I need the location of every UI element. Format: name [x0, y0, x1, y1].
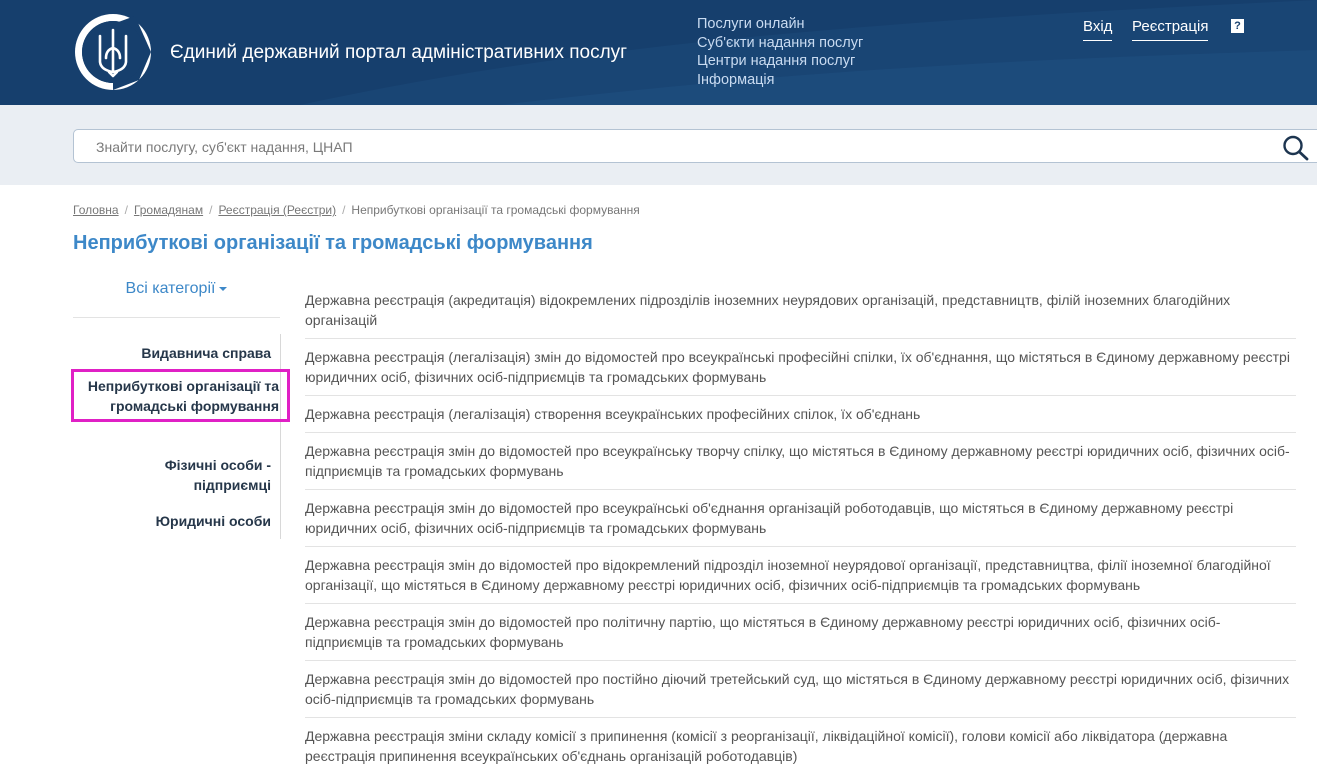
nav-services-online[interactable]: Послуги онлайн: [697, 15, 863, 34]
all-categories-label: Всі категорії: [125, 280, 216, 297]
trident-logo-icon[interactable]: [73, 12, 153, 92]
service-item[interactable]: Державна реєстрація змін до відомостей п…: [305, 661, 1296, 718]
service-item[interactable]: Державна реєстрація зміни складу комісії…: [305, 718, 1296, 765]
sidebar-item-legal-entities[interactable]: Юридичні особи: [156, 511, 271, 531]
nav-service-providers[interactable]: Суб'єкти надання послуг: [697, 34, 863, 53]
service-item[interactable]: Державна реєстрація (акредитація) відокр…: [305, 282, 1296, 339]
service-list: Державна реєстрація (акредитація) відокр…: [305, 282, 1296, 765]
search-input[interactable]: [96, 137, 1246, 157]
nav-information[interactable]: Інформація: [697, 71, 863, 90]
service-item[interactable]: Державна реєстрація змін до відомостей п…: [305, 433, 1296, 490]
service-item[interactable]: Державна реєстрація змін до відомостей п…: [305, 604, 1296, 661]
service-item[interactable]: Державна реєстрація змін до відомостей п…: [305, 547, 1296, 604]
site-header: Єдиний державний портал адміністративних…: [0, 0, 1317, 105]
sidebar-item-nonprofit-active[interactable]: Неприбуткові організації та громадські ф…: [71, 369, 290, 422]
breadcrumb: Головна / Громадянам / Реєстрація (Реєстри) /…: [73, 203, 640, 217]
page-title: Неприбуткові організації та громадські ф…: [73, 232, 593, 254]
search-band: [0, 105, 1317, 185]
breadcrumb-separator: /: [124, 203, 128, 217]
sidebar-item-individual-entrepreneurs[interactable]: Фізичні особи - підприємці: [131, 455, 271, 495]
service-item[interactable]: Державна реєстрація (легалізація) змін д…: [305, 339, 1296, 396]
help-icon[interactable]: ?: [1231, 19, 1244, 33]
breadcrumb-citizens[interactable]: Громадянам: [134, 203, 203, 217]
sidebar-nav: Видавнича справа Неприбуткові організаці…: [71, 334, 290, 539]
breadcrumb-current: Неприбуткові організації та громадські ф…: [351, 203, 640, 217]
login-link[interactable]: Вхід: [1083, 18, 1113, 41]
breadcrumb-separator: /: [209, 203, 213, 217]
top-navigation: Послуги онлайн Суб'єкти надання послуг Ц…: [697, 15, 863, 89]
nav-service-centers[interactable]: Центри надання послуг: [697, 52, 863, 71]
breadcrumb-home[interactable]: Головна: [73, 203, 119, 217]
all-categories-dropdown[interactable]: Всі категорії: [73, 280, 280, 298]
caret-down-icon: [219, 286, 228, 291]
breadcrumb-separator: /: [342, 203, 346, 217]
service-item[interactable]: Державна реєстрація змін до відомостей п…: [305, 490, 1296, 547]
site-title[interactable]: Єдиний державний портал адміністративних…: [170, 42, 627, 64]
sidebar-divider: [73, 317, 280, 318]
sidebar-item-publishing[interactable]: Видавнича справа: [141, 343, 271, 363]
search-icon[interactable]: [1282, 135, 1310, 161]
breadcrumb-registration[interactable]: Реєстрація (Реєстри): [218, 203, 336, 217]
register-link[interactable]: Реєстрація: [1132, 18, 1209, 41]
service-item[interactable]: Державна реєстрація (легалізація) створе…: [305, 396, 1296, 433]
search-box: [73, 129, 1317, 163]
